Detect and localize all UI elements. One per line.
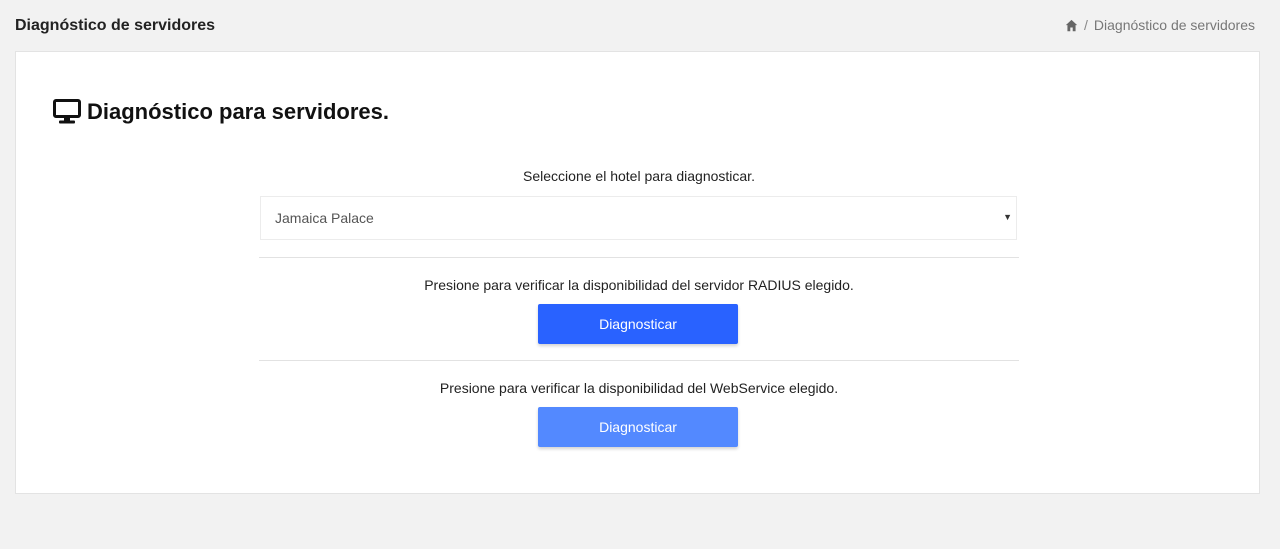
breadcrumb-current: Diagnóstico de servidores: [1093, 17, 1255, 33]
diagnose-radius-button[interactable]: Diagnosticar: [538, 304, 738, 344]
breadcrumb: / Diagnóstico de servidores: [1065, 17, 1255, 33]
hotel-select-value: Jamaica Palace: [275, 210, 374, 226]
webservice-prompt: Presione para verificar la disponibilida…: [439, 380, 839, 396]
card-heading: Diagnóstico para servidores.: [53, 99, 389, 125]
hotel-select[interactable]: Jamaica Palace ▼: [260, 196, 1017, 240]
radius-prompt: Presione para verificar la disponibilida…: [424, 277, 854, 293]
breadcrumb-separator: /: [1084, 17, 1088, 33]
diagnose-webservice-button[interactable]: Diagnosticar: [538, 407, 738, 447]
card-heading-text: Diagnóstico para servidores.: [87, 99, 389, 124]
page-title: Diagnóstico de servidores: [15, 17, 216, 34]
hotel-select-prompt: Seleccione el hotel para diagnosticar.: [523, 168, 755, 184]
monitor-icon: [53, 99, 81, 125]
divider: [259, 360, 1019, 361]
diagnostic-card: Diagnóstico para servidores. Seleccione …: [15, 51, 1260, 494]
chevron-down-icon: ▼: [1003, 212, 1012, 222]
divider: [259, 257, 1019, 258]
home-icon[interactable]: [1065, 19, 1078, 32]
topbar: Diagnóstico de servidores / Diagnóstico …: [0, 0, 1280, 50]
